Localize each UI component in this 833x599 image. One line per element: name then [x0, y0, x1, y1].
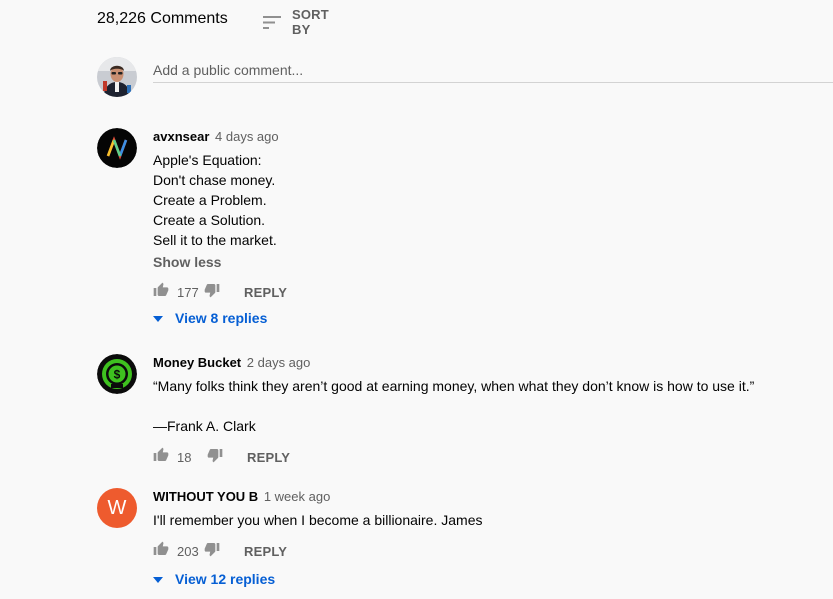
comment-meta: avxnsear 4 days ago	[153, 128, 833, 146]
like-count: 203	[177, 543, 199, 559]
view-replies-label: View 8 replies	[175, 310, 268, 326]
thumbs-up-icon[interactable]	[153, 447, 169, 468]
sort-by-button[interactable]: SORT BY	[262, 7, 329, 37]
reply-button[interactable]: REPLY	[244, 544, 287, 559]
comment-body: avxnsear 4 days ago Apple's Equation: Do…	[153, 128, 833, 272]
comment-line: I'll remember you when I become a billio…	[153, 512, 483, 528]
comment-line: “Many folks think they aren’t good at ea…	[153, 378, 755, 394]
comments-header: 28,226 Comments SORT BY	[97, 7, 329, 37]
comment-line: Sell it to the market.	[153, 232, 277, 248]
add-comment-input[interactable]	[153, 58, 833, 83]
comment-actions: 18 REPLY	[153, 447, 290, 467]
author-name[interactable]: WITHOUT YOU B	[153, 489, 258, 504]
comment-text: “Many folks think they aren’t good at ea…	[153, 376, 833, 436]
avatar[interactable]: $	[97, 354, 137, 394]
show-less-button[interactable]: Show less	[153, 252, 833, 272]
reply-button[interactable]: REPLY	[247, 450, 290, 465]
thumbs-down-icon[interactable]	[207, 447, 223, 468]
comment-time[interactable]: 2 days ago	[247, 355, 311, 370]
comment-line: Apple's Equation:	[153, 152, 262, 168]
reply-button[interactable]: REPLY	[244, 285, 287, 300]
comment-body: WITHOUT YOU B 1 week ago I'll remember y…	[153, 488, 833, 530]
comment-body: Money Bucket 2 days ago “Many folks thin…	[153, 354, 833, 436]
thumbs-down-icon[interactable]	[204, 541, 220, 562]
comment-line: Don't chase money.	[153, 172, 276, 188]
like-count: 18	[177, 449, 192, 465]
thumbs-down-icon[interactable]	[204, 282, 220, 303]
view-replies-button[interactable]: View 8 replies	[153, 309, 267, 327]
user-avatar[interactable]	[97, 57, 137, 97]
comment-line: Create a Solution.	[153, 212, 266, 228]
comment-meta: Money Bucket 2 days ago	[153, 354, 833, 372]
comments-section: 28,226 Comments SORT BY Add a public com…	[0, 0, 833, 599]
caret-down-icon	[153, 570, 163, 588]
comment-line	[153, 396, 833, 416]
author-name[interactable]: avxnsear	[153, 129, 209, 144]
add-comment-row	[97, 57, 833, 97]
view-replies-label: View 12 replies	[175, 571, 276, 587]
author-name[interactable]: Money Bucket	[153, 355, 241, 370]
sort-by-label: SORT BY	[292, 7, 329, 37]
comment-text: I'll remember you when I become a billio…	[153, 510, 833, 530]
sort-lines-icon	[262, 14, 282, 30]
comment-count: 28,226 Comments	[97, 10, 228, 27]
avatar-letter: W	[107, 496, 127, 519]
avatar[interactable]	[97, 128, 137, 168]
comment-line: Create a Problem.	[153, 192, 267, 208]
thumbs-up-icon[interactable]	[153, 282, 169, 303]
svg-text:$: $	[114, 368, 121, 382]
thumbs-up-icon[interactable]	[153, 541, 169, 562]
comment-line: —Frank A. Clark	[153, 418, 256, 434]
caret-down-icon	[153, 309, 163, 327]
like-count: 177	[177, 284, 199, 300]
comment-text: Apple's Equation: Don't chase money. Cre…	[153, 150, 833, 250]
avatar[interactable]: W	[97, 488, 137, 528]
comment-actions: 177 REPLY	[153, 282, 287, 302]
comment-meta: WITHOUT YOU B 1 week ago	[153, 488, 833, 506]
comment-time[interactable]: 4 days ago	[215, 129, 279, 144]
comment-actions: 203 REPLY	[153, 541, 287, 561]
view-replies-button[interactable]: View 12 replies	[153, 570, 275, 588]
comment-time[interactable]: 1 week ago	[264, 489, 331, 504]
